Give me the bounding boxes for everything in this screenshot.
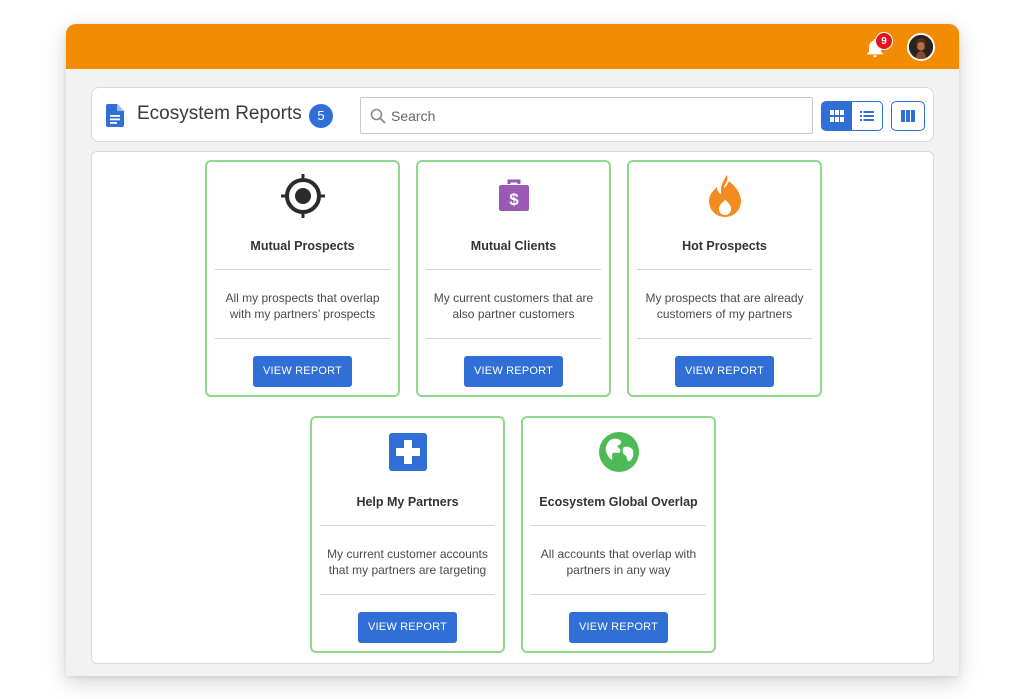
money-briefcase-icon: $ <box>498 179 529 211</box>
card-title: Mutual Prospects <box>250 239 355 253</box>
search-icon <box>370 108 386 124</box>
list-view-button[interactable] <box>852 101 883 131</box>
report-card-help-my-partners: Help My Partners My current customer acc… <box>310 416 505 653</box>
globe-icon <box>598 432 639 472</box>
view-report-button[interactable]: VIEW REPORT <box>358 612 457 643</box>
card-divider <box>637 269 812 270</box>
columns-view-button[interactable] <box>891 101 925 131</box>
search-box <box>360 97 813 134</box>
plus-square-icon <box>388 433 427 471</box>
notification-badge: 9 <box>875 32 893 50</box>
svg-text:$: $ <box>509 190 519 209</box>
card-divider <box>320 525 495 526</box>
report-card-ecosystem-global-overlap: Ecosystem Global Overlap All accounts th… <box>521 416 716 653</box>
card-divider <box>320 594 495 595</box>
report-count-badge: 5 <box>309 104 333 128</box>
app-window: 9 Ecosystem Reports 5 Search Mutual Pros… <box>66 24 959 676</box>
card-title: Help My Partners <box>356 495 459 509</box>
reports-header: Ecosystem Reports 5 <box>91 87 934 142</box>
card-divider <box>426 269 601 270</box>
card-divider <box>215 338 390 339</box>
report-card-hot-prospects: Hot Prospects My prospects that are alre… <box>627 160 822 397</box>
columns-view-icon <box>901 110 915 122</box>
reports-grid: Mutual Prospects All my prospects that o… <box>91 151 934 664</box>
view-report-button[interactable]: VIEW REPORT <box>464 356 563 387</box>
top-bar: 9 <box>66 24 959 69</box>
report-card-mutual-clients: $ Mutual Clients My current customers th… <box>416 160 611 397</box>
grid-view-button[interactable] <box>821 101 852 131</box>
card-title: Mutual Clients <box>470 239 557 253</box>
view-toggle-group <box>821 101 883 131</box>
card-divider <box>637 338 812 339</box>
card-description: My prospects that are already customers … <box>645 291 804 321</box>
flame-icon <box>708 175 741 217</box>
document-icon <box>106 104 124 127</box>
card-divider <box>531 525 706 526</box>
card-divider <box>531 594 706 595</box>
target-icon <box>280 174 325 218</box>
card-description: All accounts that overlap with partners … <box>540 547 697 577</box>
card-description: My current customers that are also partn… <box>433 291 594 321</box>
card-divider <box>426 338 601 339</box>
list-view-icon <box>860 111 874 121</box>
view-report-button[interactable]: VIEW REPORT <box>675 356 774 387</box>
grid-view-icon <box>829 110 844 122</box>
card-title: Hot Prospects <box>682 239 767 253</box>
card-title: Ecosystem Global Overlap <box>539 495 698 509</box>
user-avatar[interactable] <box>907 33 935 61</box>
card-description: My current customer accounts that my par… <box>327 547 488 577</box>
card-description: All my prospects that overlap with my pa… <box>225 291 380 321</box>
report-card-mutual-prospects: Mutual Prospects All my prospects that o… <box>205 160 400 397</box>
page-title: Ecosystem Reports <box>137 103 302 124</box>
view-report-button[interactable]: VIEW REPORT <box>253 356 352 387</box>
card-divider <box>215 269 390 270</box>
search-input[interactable] <box>391 98 806 133</box>
view-report-button[interactable]: VIEW REPORT <box>569 612 668 643</box>
